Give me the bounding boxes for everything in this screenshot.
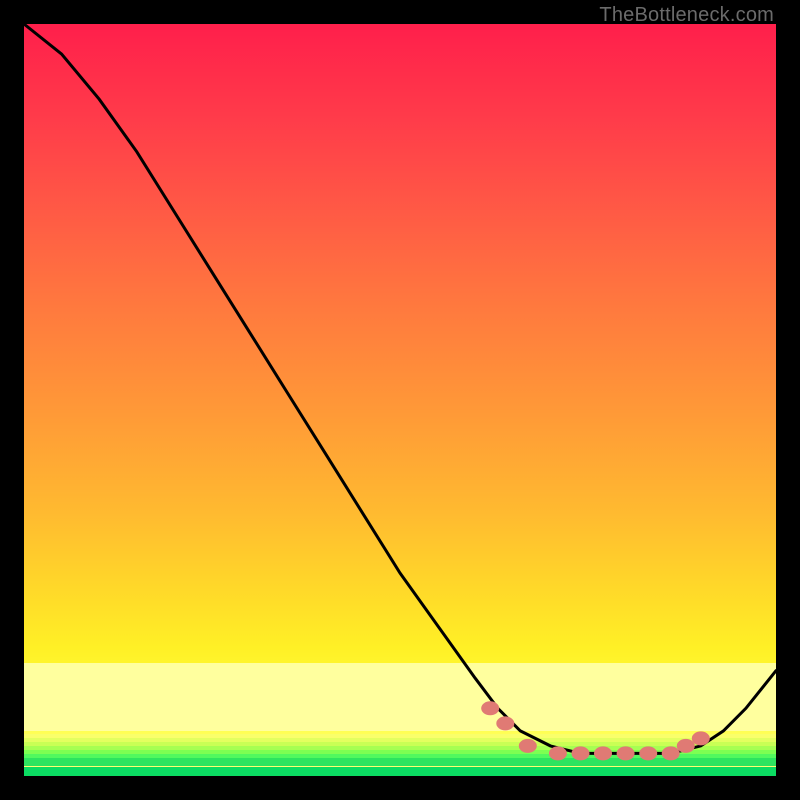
- marker-dot: [549, 746, 567, 760]
- marker-dot: [692, 731, 710, 745]
- marker-dot: [639, 746, 657, 760]
- marker-dot: [496, 716, 514, 730]
- marker-dot: [481, 701, 499, 715]
- marker-dot: [572, 746, 590, 760]
- marker-dot: [677, 739, 695, 753]
- curve-path: [24, 24, 776, 753]
- marker-dot: [519, 739, 537, 753]
- chart-svg: [24, 24, 776, 776]
- line-series: [24, 24, 776, 753]
- chart-frame: TheBottleneck.com: [0, 0, 800, 800]
- marker-dot: [617, 746, 635, 760]
- marker-dot: [594, 746, 612, 760]
- marker-dot: [662, 746, 680, 760]
- plot-area: [24, 24, 776, 776]
- marker-group: [481, 701, 710, 760]
